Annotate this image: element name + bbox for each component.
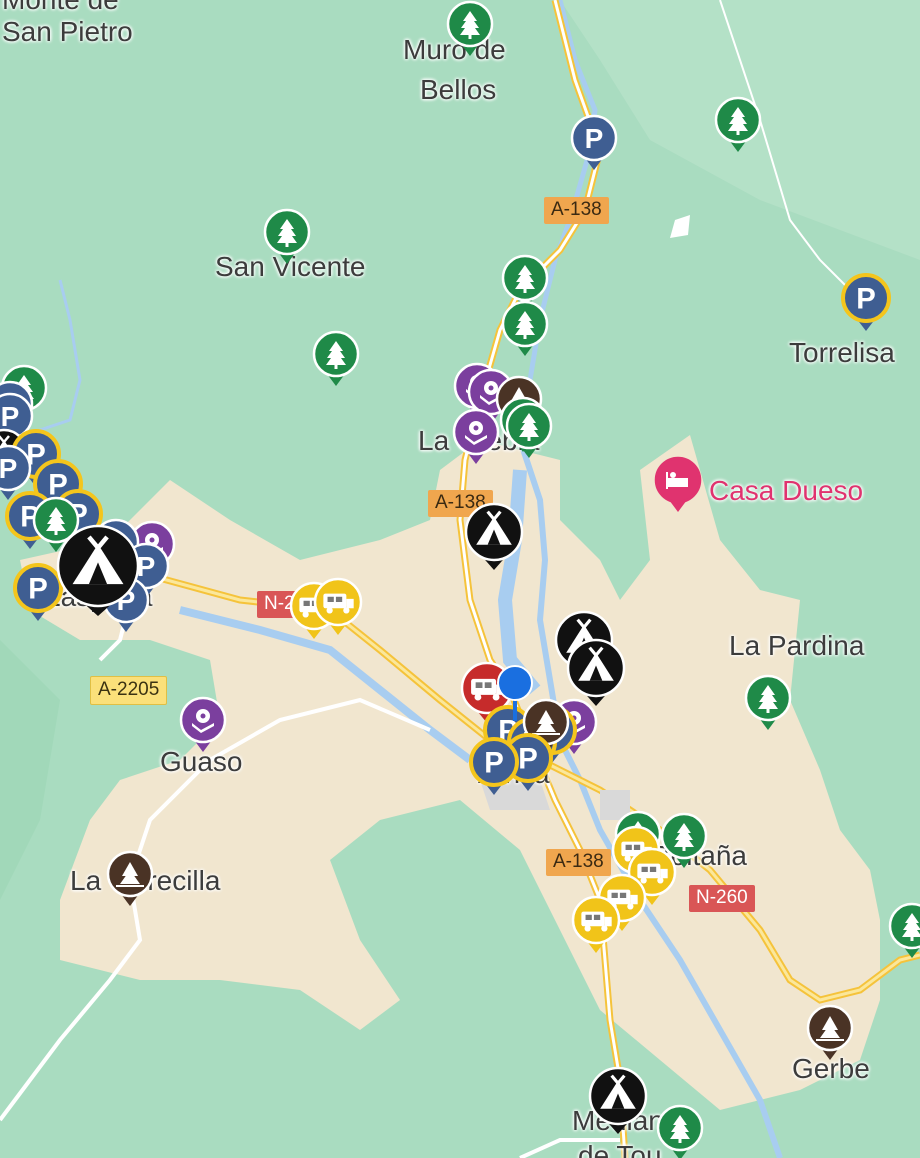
road-shield-n260-east: N-260 — [689, 885, 755, 912]
svg-text:P: P — [585, 123, 604, 154]
parking-pin[interactable]: P — [467, 735, 521, 797]
campsite-pin[interactable] — [462, 500, 526, 572]
tree-pin[interactable] — [712, 94, 764, 154]
parking-pin[interactable]: P — [568, 112, 620, 172]
tree-pin[interactable] — [654, 1102, 706, 1158]
place-label-torrelisa: Torrelisa — [789, 337, 895, 368]
current-location-marker[interactable] — [496, 664, 534, 724]
nature-pin[interactable] — [804, 1002, 856, 1062]
service-pin[interactable] — [450, 406, 502, 466]
hotel-pin[interactable] — [652, 454, 704, 514]
campsite-pin-large[interactable] — [54, 522, 142, 618]
place-label-la-pardina: La Pardina — [729, 630, 865, 661]
rv-pin[interactable] — [311, 575, 365, 637]
svg-text:P: P — [856, 283, 876, 315]
road-shield-a2205: A-2205 — [90, 676, 168, 705]
place-label-monte: Monte de — [2, 0, 119, 14]
tree-pin[interactable] — [261, 206, 313, 266]
svg-text:P: P — [28, 573, 48, 605]
tree-pin[interactable] — [310, 328, 362, 388]
parking-pin[interactable]: P — [839, 271, 893, 333]
tree-pin[interactable] — [444, 0, 496, 58]
place-label-mediano-de-tou: de Tou — [578, 1140, 662, 1158]
road-shield-a138-north: A-138 — [544, 197, 609, 224]
place-label-casa-dueso: Casa Dueso — [709, 475, 864, 506]
tree-pin[interactable] — [503, 400, 555, 460]
place-label-bellos: Bellos — [420, 74, 497, 105]
tree-pin[interactable] — [886, 900, 920, 960]
tree-pin[interactable] — [742, 672, 794, 732]
svg-text:P: P — [518, 743, 538, 775]
nature-pin[interactable] — [104, 848, 156, 908]
campsite-pin[interactable] — [586, 1064, 650, 1136]
map-canvas[interactable]: Monte de San Pietro Muro de Bellos San V… — [0, 0, 920, 1158]
svg-text:P: P — [0, 453, 17, 484]
tree-pin[interactable] — [499, 298, 551, 358]
svg-text:P: P — [484, 747, 504, 779]
rv-pin[interactable] — [569, 893, 623, 955]
place-label-san-pietro: San Pietro — [2, 16, 133, 47]
service-pin[interactable] — [177, 694, 229, 754]
